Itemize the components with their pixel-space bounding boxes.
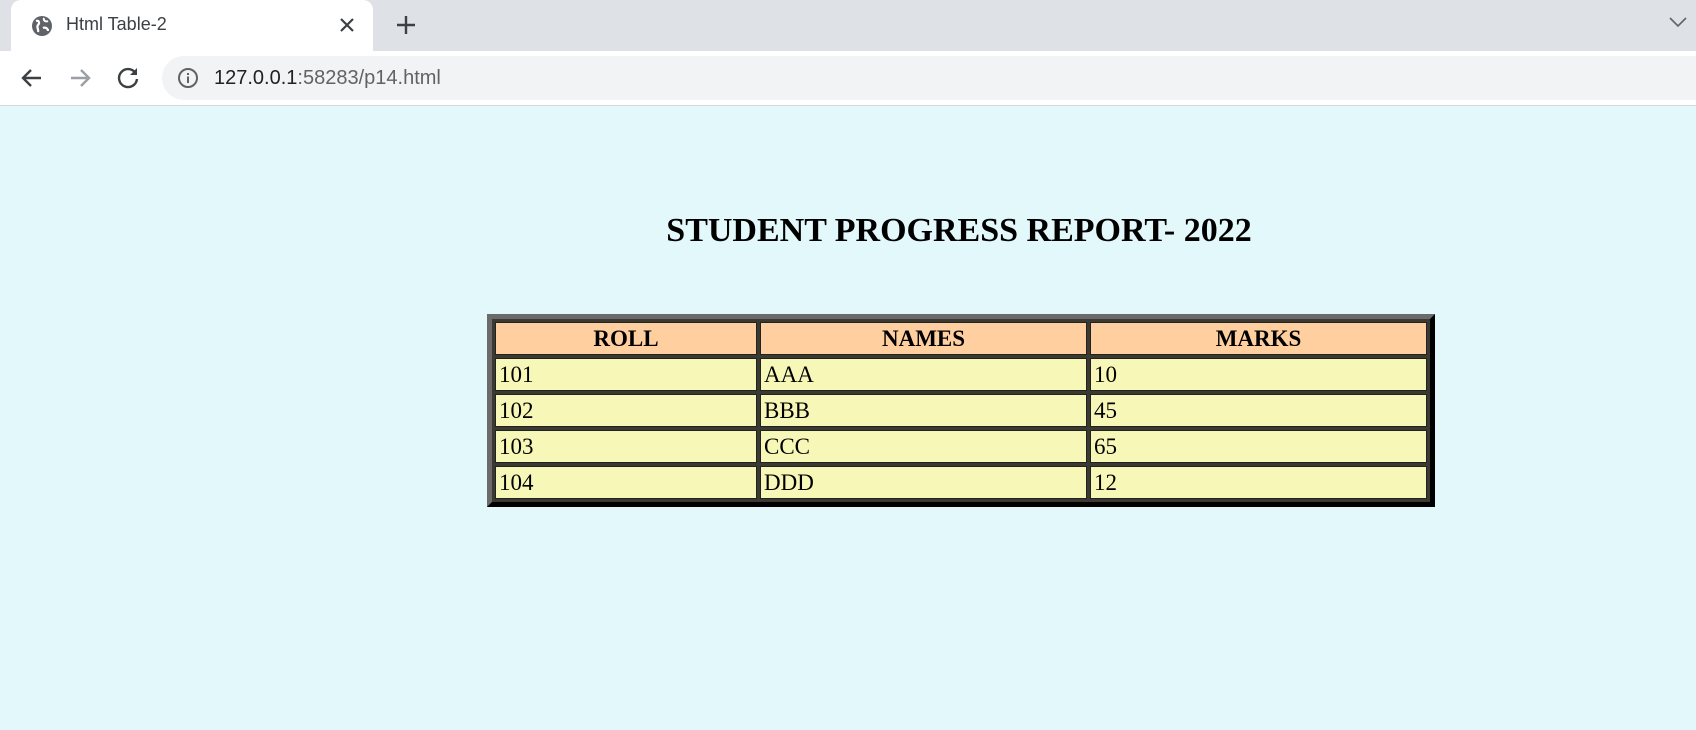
cell-roll: 101 [495,358,757,391]
reload-icon[interactable] [114,64,142,92]
url-text[interactable]: 127.0.0.1:58283/p14.html [214,67,441,90]
page-content: STUDENT PROGRESS REPORT- 2022 ROLL NAMES… [0,107,1696,730]
header-marks: MARKS [1090,322,1427,355]
plus-icon[interactable] [393,12,419,38]
cell-name: CCC [760,430,1087,463]
browser-tabstrip: Html Table-2 [0,0,1696,51]
table-header-row: ROLL NAMES MARKS [495,322,1427,355]
cell-roll: 104 [495,466,757,499]
cell-marks: 10 [1090,358,1427,391]
globe-icon [31,15,53,37]
cell-roll: 102 [495,394,757,427]
address-bar[interactable]: 127.0.0.1:58283/p14.html [162,56,1696,100]
info-icon[interactable] [177,67,199,89]
table-row: 102 BBB 45 [495,394,1427,427]
cell-marks: 65 [1090,430,1427,463]
report-table: ROLL NAMES MARKS 101 AAA 10 102 BBB 45 1… [487,314,1435,507]
url-path: :58283/p14.html [297,67,441,89]
cell-name: BBB [760,394,1087,427]
cell-roll: 103 [495,430,757,463]
header-names: NAMES [760,322,1087,355]
close-icon[interactable] [336,14,358,36]
browser-toolbar: 127.0.0.1:58283/p14.html [0,51,1696,106]
cell-name: AAA [760,358,1087,391]
table-row: 104 DDD 12 [495,466,1427,499]
chevron-down-icon[interactable] [1667,14,1689,30]
header-roll: ROLL [495,322,757,355]
cell-marks: 45 [1090,394,1427,427]
page-title: STUDENT PROGRESS REPORT- 2022 [666,212,1252,249]
table-row: 101 AAA 10 [495,358,1427,391]
url-host: 127.0.0.1 [214,67,298,89]
cell-marks: 12 [1090,466,1427,499]
cell-name: DDD [760,466,1087,499]
browser-tab[interactable]: Html Table-2 [11,0,373,51]
forward-arrow-icon[interactable] [66,64,94,92]
back-arrow-icon[interactable] [18,64,46,92]
report-table-container: ROLL NAMES MARKS 101 AAA 10 102 BBB 45 1… [487,314,1435,507]
table-row: 103 CCC 65 [495,430,1427,463]
tab-title: Html Table-2 [66,14,167,34]
